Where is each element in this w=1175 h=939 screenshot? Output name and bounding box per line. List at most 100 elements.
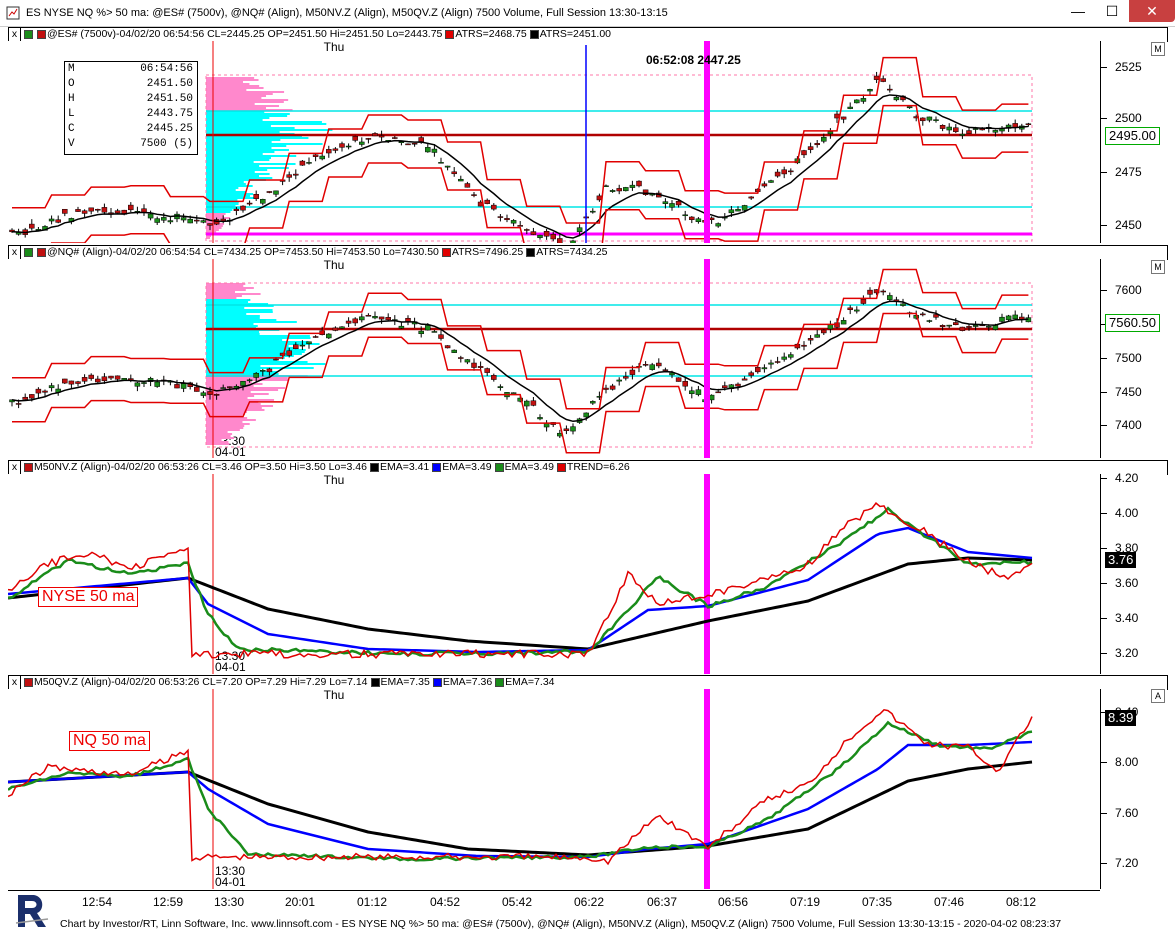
candle-body — [583, 412, 589, 418]
candle-body — [761, 367, 768, 370]
ema-black-line — [7, 556, 1033, 651]
volume-profile-bar — [206, 187, 239, 189]
candle-body — [471, 362, 477, 368]
time-marker-bar — [704, 41, 710, 243]
nq50-session-date: 04-01 — [215, 875, 246, 889]
candle-body — [616, 188, 622, 192]
nq50-last-value-badge: 8.39 — [1105, 710, 1137, 726]
volume-profile-bar — [206, 123, 327, 125]
candle-body — [781, 356, 787, 360]
time-tick: 05:42 — [501, 895, 533, 909]
es-panel-close-button[interactable]: x — [9, 28, 21, 41]
ohlc-data-window: M 06:54:56 O 2451.50 H 2451.50 L 2443.75 C 24… — [64, 61, 198, 155]
volume-profile-bar — [206, 89, 247, 91]
series-color-swatch — [24, 462, 33, 472]
candle-body — [656, 362, 662, 367]
candle-body — [741, 378, 748, 381]
minimize-button[interactable]: — — [1061, 0, 1095, 22]
candle-body — [821, 136, 827, 142]
candle-body — [847, 307, 853, 311]
candle-body — [458, 357, 464, 359]
candle-body — [200, 220, 207, 223]
nyse50-tick: 4.20 — [1100, 471, 1139, 485]
candle-body — [180, 217, 187, 221]
candle-body — [920, 117, 926, 122]
volume-profile-bar — [206, 317, 260, 319]
candle-body — [22, 396, 28, 400]
ema-black-swatch — [369, 462, 379, 472]
volume-profile-bar — [206, 153, 263, 155]
candle-body — [240, 381, 246, 386]
candle-body — [893, 96, 900, 101]
candle-body — [451, 349, 457, 353]
nyse50-last-value-badge: 3.76 — [1105, 552, 1137, 568]
atrs-red-swatch — [445, 29, 455, 39]
candle-body — [332, 148, 339, 151]
volume-profile-bar — [206, 229, 219, 231]
up-color-swatch — [24, 29, 33, 39]
volume-profile-bar — [206, 387, 285, 389]
nq50-panel-close-button[interactable]: x — [9, 676, 21, 689]
candle-body — [972, 128, 979, 130]
candle-body — [471, 194, 477, 196]
candle-body — [101, 207, 108, 213]
volume-profile-bar — [206, 159, 270, 161]
candle-body — [689, 216, 695, 220]
volume-profile-bar — [206, 125, 271, 127]
maximize-button[interactable]: ☐ — [1095, 0, 1129, 22]
nq-tick: 7500 — [1101, 351, 1142, 365]
candle-body — [174, 384, 180, 389]
candle-body — [926, 320, 933, 322]
volume-profile-bar — [206, 121, 322, 123]
candle-body — [642, 364, 649, 366]
nyse50-chart-pane[interactable]: Thu 13:30 04-01 — [7, 473, 1100, 674]
nq-panel-close-button[interactable]: x — [9, 246, 21, 259]
candle-body — [246, 379, 253, 382]
volume-profile-bar — [206, 129, 333, 131]
es-m-button[interactable]: M — [1151, 42, 1165, 56]
candle-body — [537, 234, 543, 238]
candle-body — [161, 217, 167, 221]
candle-body — [840, 116, 847, 120]
candle-body — [75, 381, 81, 384]
candle-body — [873, 75, 880, 80]
candle-body — [900, 303, 906, 306]
es-tick: 2450 — [1101, 218, 1142, 232]
candle-body — [682, 214, 688, 217]
nq50-ema3: EMA=7.34 — [505, 676, 555, 688]
candle-body — [29, 223, 35, 229]
candle-body — [286, 174, 292, 178]
candle-body — [761, 183, 768, 187]
atrs-black-swatch — [526, 247, 536, 257]
close-button[interactable]: ✕ — [1129, 0, 1175, 22]
volume-profile-bar — [206, 113, 290, 115]
candle-body — [425, 325, 431, 331]
volume-profile-bar — [206, 409, 265, 411]
nq-m-button[interactable]: M — [1151, 260, 1165, 274]
nq-chart-pane[interactable]: Thu 13:30 04-01 — [8, 258, 1100, 459]
candle-body — [675, 201, 682, 206]
candle-body — [345, 145, 352, 148]
nyse50-indicator-chart: Thu 13:30 04-01 — [7, 473, 1033, 674]
candle-body — [623, 376, 629, 379]
es-panel-header: x @ES# (7500v)-04/02/20 06:54:56 CL=2445.… — [8, 27, 1168, 42]
candle-body — [748, 372, 754, 376]
nq50-a-button[interactable]: A — [1151, 689, 1165, 703]
candle-body — [649, 364, 655, 370]
volume-profile-bar — [206, 339, 283, 341]
volume-profile-bar — [206, 429, 240, 431]
candle-body — [596, 195, 603, 201]
nyse50-tick: 4.00 — [1100, 506, 1139, 520]
volume-profile-bar — [206, 307, 245, 309]
candle-body — [359, 316, 365, 321]
candle-body — [748, 196, 754, 199]
volume-profile-bar — [206, 331, 260, 333]
nq50-chart-pane[interactable]: Thu 13:30 04-01 — [7, 688, 1100, 889]
es-day-label: Thu — [324, 41, 345, 54]
candle-body — [484, 368, 490, 373]
nyse50-panel-close-button[interactable]: x — [9, 461, 21, 474]
nq50-indicator-chart: Thu 13:30 04-01 — [7, 688, 1033, 889]
candle-body — [273, 358, 279, 361]
candle-body — [306, 341, 312, 344]
volume-profile-bar — [206, 99, 289, 101]
